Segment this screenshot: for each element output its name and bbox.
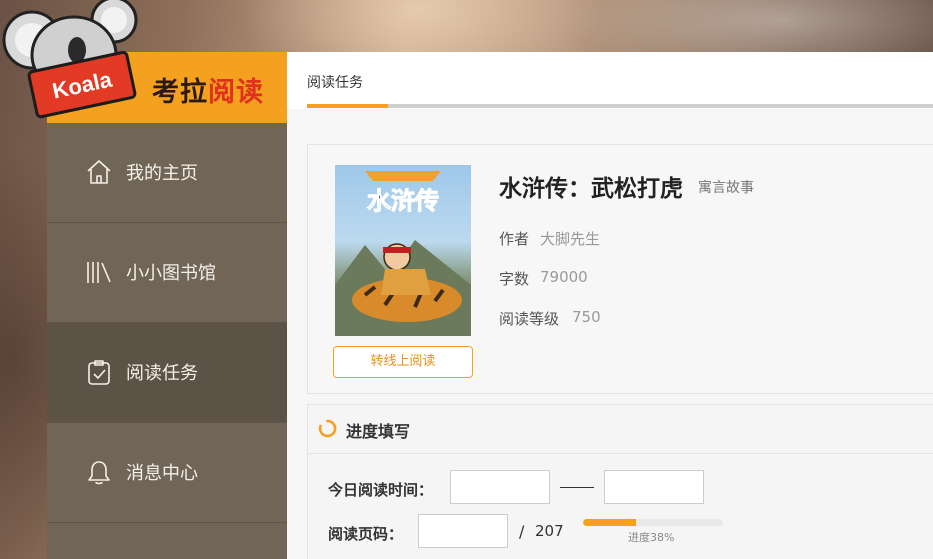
main-panel: 阅读任务 水浒传 转线上阅读 水浒传：武松打虎 寓言故事 作者 大脚先生 字数 … bbox=[287, 52, 933, 559]
progress-bar bbox=[583, 519, 723, 526]
tab-track bbox=[307, 104, 933, 108]
book-card: 水浒传 转线上阅读 水浒传：武松打虎 寓言故事 作者 大脚先生 字数 79000… bbox=[307, 144, 933, 394]
sidebar-item-label: 阅读任务 bbox=[126, 363, 198, 384]
word-count-label: 字数 bbox=[499, 270, 530, 288]
brand-name: 考拉阅读 bbox=[152, 70, 264, 109]
pages-read-input[interactable] bbox=[418, 514, 508, 548]
read-online-button[interactable]: 转线上阅读 bbox=[333, 346, 473, 378]
reading-level-label: 阅读等级 bbox=[499, 310, 560, 328]
sidebar-item-reading-tasks[interactable]: 阅读任务 bbox=[47, 323, 287, 423]
sidebar-item-messages[interactable]: 消息中心 bbox=[47, 423, 287, 523]
progress-card: 进度填写 今日阅读时间： 阅读页码： / 207 进度38% bbox=[307, 404, 933, 559]
book-cover[interactable]: 水浒传 bbox=[335, 165, 471, 336]
koala-logo: Koala bbox=[2, 0, 152, 128]
brand-name-part2: 阅读 bbox=[208, 77, 264, 108]
pages-separator: / bbox=[519, 522, 525, 541]
book-category: 寓言故事 bbox=[698, 180, 754, 196]
author-value: 大脚先生 bbox=[540, 230, 601, 248]
book-title: 水浒传：武松打虎 bbox=[499, 176, 683, 202]
tab-reading-tasks[interactable]: 阅读任务 bbox=[307, 72, 363, 92]
reading-time-label: 今日阅读时间： bbox=[328, 481, 434, 499]
home-icon bbox=[85, 158, 113, 186]
word-count-value: 79000 bbox=[540, 268, 588, 286]
total-pages: 207 bbox=[535, 522, 564, 540]
progress-percent-text: 进度38% bbox=[628, 531, 675, 544]
author-label: 作者 bbox=[499, 230, 530, 248]
reading-level-value: 750 bbox=[572, 308, 601, 326]
bell-icon bbox=[85, 458, 113, 486]
sidebar-item-label: 消息中心 bbox=[126, 463, 198, 484]
progress-card-header: 进度填写 bbox=[308, 405, 933, 454]
clipboard-check-icon bbox=[85, 358, 113, 386]
brand-name-part1: 考拉 bbox=[152, 77, 208, 108]
tab-header: 阅读任务 bbox=[287, 52, 933, 109]
progress-spinner-icon bbox=[318, 419, 337, 438]
sidebar-item-home[interactable]: 我的主页 bbox=[47, 123, 287, 223]
sidebar-item-library[interactable]: 小小图书馆 bbox=[47, 223, 287, 323]
tab-active-indicator bbox=[307, 104, 388, 108]
sidebar-item-label: 小小图书馆 bbox=[126, 263, 216, 284]
cover-title: 水浒传 bbox=[367, 187, 439, 215]
library-icon bbox=[85, 258, 113, 286]
pages-label: 阅读页码： bbox=[328, 525, 404, 543]
progress-bar-fill bbox=[583, 519, 637, 526]
time-range-dash bbox=[560, 487, 594, 488]
sidebar-item-label: 我的主页 bbox=[126, 163, 198, 184]
sidebar: 考拉阅读 我的主页 小小图书馆 阅读任务 消息中心 bbox=[47, 52, 287, 559]
reading-time-end-input[interactable] bbox=[604, 470, 704, 504]
progress-section-title: 进度填写 bbox=[346, 422, 411, 441]
reading-time-start-input[interactable] bbox=[450, 470, 550, 504]
